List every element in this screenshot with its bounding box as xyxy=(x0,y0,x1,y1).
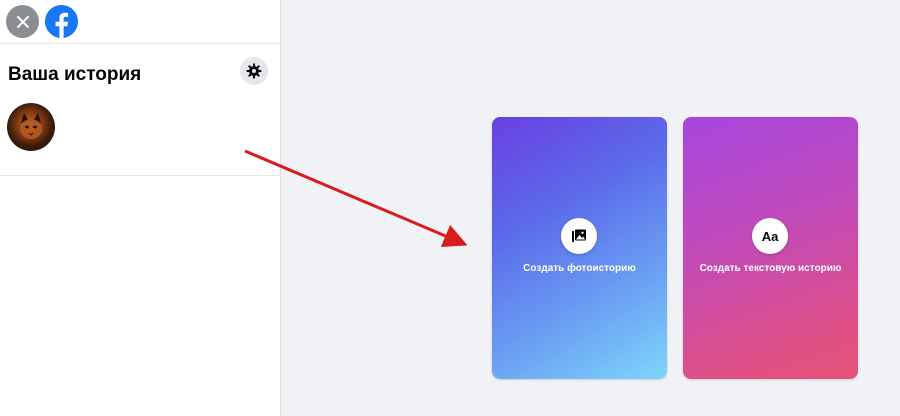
sidebar-topbar xyxy=(0,0,281,44)
story-settings-button[interactable] xyxy=(240,57,268,85)
text-story-icon-circle: Aa xyxy=(752,218,788,254)
user-story-row[interactable] xyxy=(0,98,281,162)
create-text-story-card[interactable]: Aa Создать текстовую историю xyxy=(683,117,858,379)
gear-icon xyxy=(246,63,262,79)
avatar[interactable] xyxy=(7,103,55,151)
text-aa-icon: Aa xyxy=(761,228,779,244)
facebook-logo-icon[interactable] xyxy=(45,5,78,38)
close-icon xyxy=(16,15,29,28)
photo-story-icon-circle xyxy=(561,218,597,254)
create-photo-story-label: Создать фотоисторию xyxy=(523,263,636,274)
sidebar-divider xyxy=(0,175,281,176)
create-text-story-label: Создать текстовую историю xyxy=(699,263,842,274)
photo-icon xyxy=(572,229,586,242)
close-button[interactable] xyxy=(6,5,39,38)
create-photo-story-card[interactable]: Создать фотоисторию xyxy=(492,117,667,379)
stories-sidebar: Ваша история xyxy=(0,0,281,416)
your-story-heading: Ваша история xyxy=(8,64,142,85)
